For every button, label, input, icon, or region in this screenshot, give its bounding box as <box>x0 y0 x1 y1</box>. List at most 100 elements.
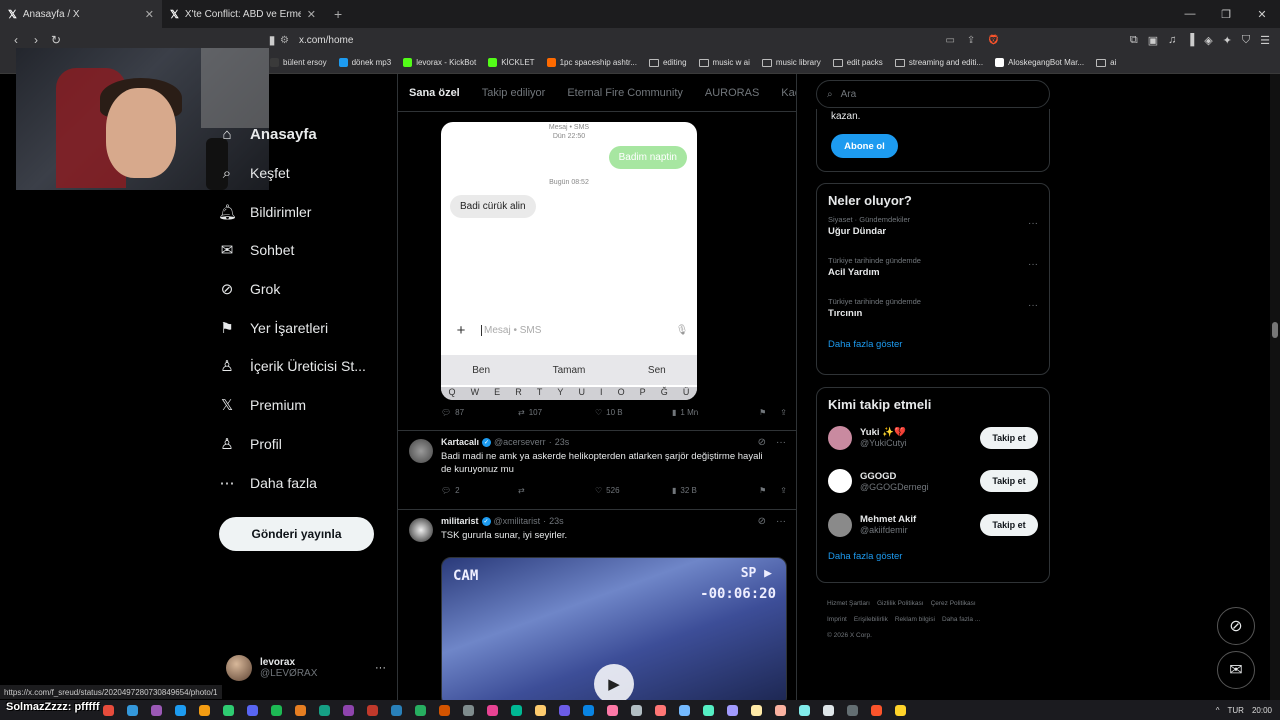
restore-icon[interactable]: ❐ <box>1208 0 1244 28</box>
taskbar-app-icon[interactable] <box>768 703 792 717</box>
nav-item-4[interactable]: ⊘ Grok <box>218 270 388 309</box>
bookmark-item[interactable]: music library <box>761 58 821 67</box>
bookmark-item[interactable]: AloskegangBot Mar... <box>995 58 1084 67</box>
clock[interactable]: 20:00 <box>1252 706 1272 715</box>
footer-link[interactable]: Imprint <box>827 616 847 623</box>
extensions-icon[interactable]: ⧉ <box>1130 34 1138 47</box>
taskbar-app-icon[interactable] <box>504 703 528 717</box>
follow-button[interactable]: Takip et <box>980 513 1038 536</box>
grok-icon[interactable]: ⊘ <box>758 516 766 527</box>
bookmark-item[interactable]: streaming and editi... <box>894 58 983 67</box>
avatar[interactable] <box>828 512 852 537</box>
post-button[interactable]: Gönderi yayınla <box>219 517 374 551</box>
bookmark-item[interactable]: KİCKLET <box>488 58 535 67</box>
reply-button[interactable]: 💬︎ 2 <box>441 486 518 495</box>
taskbar-app-icon[interactable] <box>600 703 624 717</box>
leo-icon[interactable]: ✦ <box>1223 34 1232 47</box>
bookmark-item[interactable]: dönek mp3 <box>338 58 391 67</box>
tab-1[interactable]: Takip ediliyor <box>482 87 546 99</box>
nav-item-3[interactable]: ✉ Sohbet <box>218 231 388 270</box>
repost-button[interactable]: ⇄ <box>518 486 595 495</box>
cast-icon[interactable]: ▭ <box>945 35 954 46</box>
nav-item-7[interactable]: 𝕏 Premium <box>218 386 388 425</box>
wallet-icon[interactable]: ◈ <box>1204 34 1212 47</box>
bookmark-item[interactable]: ai <box>1096 58 1116 67</box>
trend-item[interactable]: Siyaset · Gündemdekiler Uğur Dündar ··· <box>817 212 1049 253</box>
taskbar-app-icon[interactable] <box>408 703 432 717</box>
bookmark-item[interactable]: levorax - KickBot <box>403 58 476 67</box>
taskbar-app-icon[interactable] <box>144 703 168 717</box>
bookmark-item[interactable]: 1pc spaceship ashtr... <box>546 58 637 67</box>
taskbar-app-icon[interactable] <box>648 703 672 717</box>
bookmark-page-icon[interactable]: ▮ <box>262 33 282 47</box>
follow-button[interactable]: Takip et <box>980 470 1038 493</box>
play-icon[interactable]: ▶ <box>594 664 634 704</box>
nav-item-2[interactable]: 🔔︎ Bildirimler <box>218 192 388 231</box>
nav-item-5[interactable]: ⚑ Yer İşaretleri <box>218 308 388 347</box>
scrollbar-thumb[interactable] <box>1272 322 1278 338</box>
show-more-link[interactable]: Daha fazla göster <box>817 547 1049 566</box>
url-text[interactable]: x.com/home <box>299 35 353 46</box>
taskbar-app-icon[interactable] <box>240 703 264 717</box>
avatar[interactable] <box>409 439 433 463</box>
tweet-image-sms-screenshot[interactable]: Mesaj • SMS Dün 22:50 Badim naptin Bugün… <box>441 122 697 400</box>
taskbar-app-icon[interactable] <box>672 703 696 717</box>
tab-4[interactable]: Kachow <box>781 87 796 99</box>
music-icon[interactable]: ♫ <box>1168 34 1176 46</box>
bookmark-item[interactable]: editing <box>648 58 687 67</box>
more-icon[interactable]: ··· <box>1028 300 1038 311</box>
taskbar-app-icon[interactable] <box>720 703 744 717</box>
like-button[interactable]: ♡ 526 <box>595 486 672 495</box>
vpn-icon[interactable]: ⛉ <box>1242 34 1250 47</box>
taskbar-app-icon[interactable] <box>840 703 864 717</box>
taskbar-app-icon[interactable] <box>168 703 192 717</box>
like-button[interactable]: ♡ 10 B <box>595 408 672 417</box>
more-icon[interactable]: ··· <box>776 437 786 448</box>
more-icon[interactable]: ··· <box>375 662 386 674</box>
nav-item-8[interactable]: ♙ Profil <box>218 425 388 464</box>
tab-conflict[interactable]: 𝕏 X'te Conflict: ABD ve Ermenistan ✕ <box>162 0 324 28</box>
taskbar-app-icon[interactable] <box>792 703 816 717</box>
nav-item-6[interactable]: ♙ İçerik Üreticisi St... <box>218 347 388 386</box>
taskbar-app-icon[interactable] <box>312 703 336 717</box>
more-icon[interactable]: ··· <box>1028 218 1038 229</box>
avatar[interactable] <box>828 469 852 494</box>
taskbar-app-icon[interactable] <box>336 703 360 717</box>
nav-item-0[interactable]: ⌂ Anasayfa <box>218 115 388 154</box>
back-icon[interactable]: ‹ <box>6 33 26 47</box>
grok-icon[interactable]: ⊘ <box>758 437 766 448</box>
chevron-up-icon[interactable]: ^ <box>1216 706 1220 715</box>
bookmark-icon[interactable]: ⚑ <box>759 486 766 495</box>
views-button[interactable]: ▮ 32 B <box>672 486 749 495</box>
tweet[interactable]: militarist ✓ @xmilitarist · 23s ⊘ ··· TS… <box>398 509 796 720</box>
tweet[interactable]: Kartacalı ✓ @acerseverr · 23s ⊘ ··· Badi… <box>398 430 796 508</box>
share-icon[interactable]: ⇪ <box>780 486 787 495</box>
bookmark-item[interactable]: edit packs <box>832 58 883 67</box>
account-switcher[interactable]: levorax @LEVØRAX ··· <box>226 653 386 683</box>
forward-icon[interactable]: › <box>26 33 46 47</box>
more-icon[interactable]: ··· <box>776 516 786 527</box>
tab-home[interactable]: 𝕏 Anasayfa / X ✕ <box>0 0 162 28</box>
avatar[interactable] <box>828 425 852 450</box>
tab-3[interactable]: AURORAS <box>705 87 759 99</box>
trend-item[interactable]: Türkiye tarihinde gündemde Tırcının ··· <box>817 294 1049 335</box>
taskbar-app-icon[interactable] <box>456 703 480 717</box>
views-button[interactable]: ▮ 1 Mn <box>672 408 749 417</box>
taskbar-app-icon[interactable] <box>216 703 240 717</box>
minimize-icon[interactable]: — <box>1172 0 1208 28</box>
taskbar-app-icon[interactable] <box>96 703 120 717</box>
taskbar-app-icon[interactable] <box>552 703 576 717</box>
taskbar-app-icon[interactable] <box>264 703 288 717</box>
taskbar-app-icon[interactable] <box>120 703 144 717</box>
tweet-author-handle[interactable]: @acerseverr <box>494 437 546 447</box>
share-icon[interactable]: ⇪ <box>780 408 787 417</box>
footer-link[interactable]: Daha fazla ... <box>942 616 980 623</box>
taskbar-app-icon[interactable] <box>864 703 888 717</box>
nav-item-9[interactable]: ⋯ Daha fazla <box>218 463 388 502</box>
brave-shields-icon[interactable]: 🦁︎ <box>987 35 1000 46</box>
address-bar[interactable]: ⚙ x.com/home ▭ ⇪ 🦁︎ <box>280 30 1000 50</box>
new-tab-button[interactable]: + <box>324 6 352 22</box>
taskbar-app-icon[interactable] <box>360 703 384 717</box>
taskbar-app-icon[interactable] <box>816 703 840 717</box>
nav-item-1[interactable]: ⌕ Keşfet <box>218 154 388 193</box>
